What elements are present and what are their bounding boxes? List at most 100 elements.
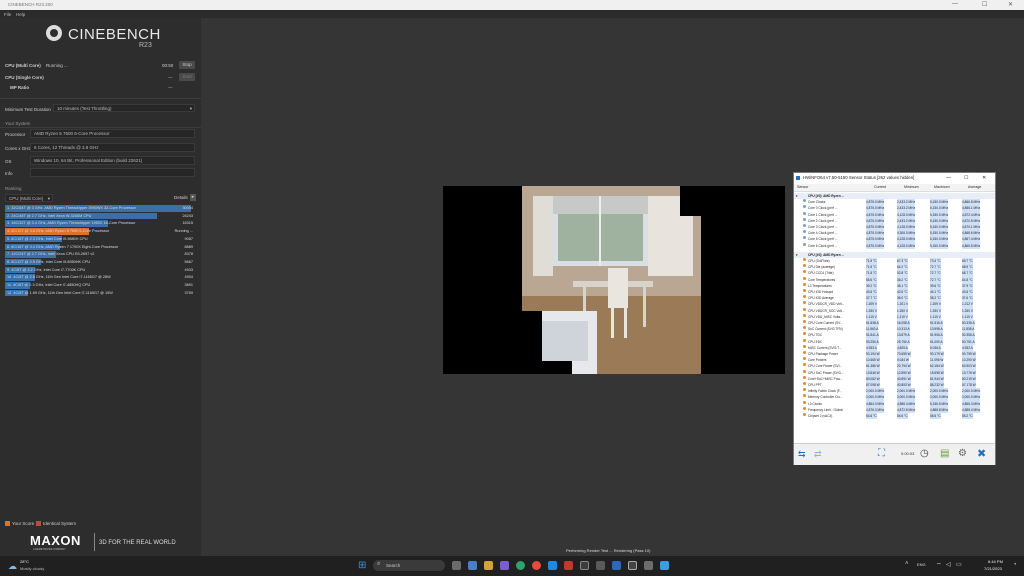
ranking-row[interactable]: 7. 12C/24T @ 2.7 GHz, Intel Xeon CPU E5-…: [5, 251, 195, 258]
col-average[interactable]: Average: [968, 184, 981, 191]
taskbar-search-box[interactable]: ⌕ Search: [373, 560, 445, 571]
ranking-score: 30054: [182, 206, 193, 210]
ranking-row[interactable]: 4. 6C/12T @ 3.8 GHz, AMD Ryzen 5 7600 6-…: [5, 228, 195, 235]
ranking-cpu-name: 2. 24C/48T @ 2.7 GHz, Intel Xeon W-3265M…: [7, 213, 92, 218]
sensor-icon: [803, 357, 806, 361]
ranking-cpu-name: 11. 4C/8T @ 2.3 GHz, Intel Core i7-4850H…: [7, 283, 91, 287]
app-icon[interactable]: [660, 561, 669, 570]
hwinfo-sensor-row[interactable]: Chipset 2 (vAC3) 54.6 °C 54.6 °C 56.5 °C 55.…: [794, 413, 995, 420]
menu-file[interactable]: File: [4, 12, 11, 17]
volume-icon[interactable]: ◁: [946, 561, 951, 568]
details-toggle-button[interactable]: ▸: [190, 194, 196, 201]
close-icon[interactable]: ✖: [977, 447, 986, 460]
sensor-icon: [803, 332, 806, 336]
sensor-icon: [803, 413, 806, 416]
col-maximum[interactable]: Maximum: [934, 184, 950, 191]
language-indicator[interactable]: ENG: [917, 562, 926, 567]
sensor-icon: [803, 289, 806, 292]
ranking-dropdown[interactable]: CPU (Multi Core) ▾: [5, 194, 53, 202]
ranking-row[interactable]: 6. 8C/16T @ 3.4 GHz, AMD Ryzen 7 1700X E…: [5, 243, 195, 250]
ranking-score: 3891: [184, 283, 193, 287]
maximize-button[interactable]: ☐: [982, 1, 987, 8]
arrows-expand-icon[interactable]: ⇄: [814, 449, 822, 460]
stop-button[interactable]: Stop: [179, 61, 195, 69]
teams-icon[interactable]: [500, 561, 509, 570]
search-icon: ⌕: [377, 561, 381, 567]
ranking-row[interactable]: 2. 24C/48T @ 2.7 GHz, Intel Xeon W-3265M…: [5, 212, 195, 220]
edge-icon[interactable]: [516, 561, 525, 570]
mp-ratio-value: ---: [168, 85, 173, 90]
min-duration-select[interactable]: 10 minutes (Test Throttling) ▾: [53, 104, 195, 112]
hwinfo-window: HWiNFO64 v7.50-5150 Sensor Status [262 v…: [793, 172, 996, 465]
widgets-icon[interactable]: [468, 561, 477, 570]
task-view-icon[interactable]: [452, 561, 461, 570]
sensor-icon: [803, 313, 806, 317]
weather-desc: Mostly cloudy: [20, 566, 45, 571]
sensor-icon: [803, 394, 806, 398]
sensor-icon: [803, 344, 806, 348]
file-explorer-icon[interactable]: [484, 561, 493, 570]
clock-icon[interactable]: ◷: [920, 448, 929, 459]
col-sensor[interactable]: Sensor: [797, 184, 808, 191]
ranking-row[interactable]: 10. 4C/8T @ 2.8 GHz, 11th Gen Intel Core…: [5, 274, 195, 281]
info-label: Info: [5, 171, 13, 176]
sensor-icon: [803, 264, 806, 268]
ranking-row[interactable]: 1. 32C/64T @ 3 GHz, AMD Ryzen Threadripp…: [5, 205, 195, 212]
minimize-button[interactable]: —: [952, 1, 958, 7]
details-label: Details: [174, 195, 188, 200]
menu-help[interactable]: Help: [16, 12, 25, 17]
ranking-cpu-name: 4. 6C/12T @ 3.8 GHz, AMD Ryzen 5 7600 6-…: [7, 229, 110, 234]
chevron-up-icon[interactable]: ˄: [905, 561, 909, 567]
clock-time[interactable]: 6:44 PM: [988, 559, 1003, 564]
sensor-icon: [803, 382, 806, 385]
ranking-dropdown-value: CPU (Multi Core): [9, 196, 44, 201]
divider: [0, 127, 201, 128]
report-icon[interactable]: ▤: [940, 448, 949, 459]
col-current[interactable]: Current: [874, 184, 886, 191]
clock-date[interactable]: 7/21/2023: [984, 566, 1002, 571]
app-icon[interactable]: [644, 561, 653, 570]
network-icon[interactable]: ⛶: [878, 448, 885, 459]
hwinfo-sensor-row[interactable]: Core 6 Clock (perf ... 4,875.0 MHz 4,128.0…: [794, 242, 995, 249]
ranking-row[interactable]: 5. 8C/16T @ 2.3 GHz, Intel Core i9-9880H…: [5, 235, 195, 243]
chrome-icon[interactable]: [532, 561, 541, 570]
terminal-icon[interactable]: [580, 561, 589, 570]
info-field[interactable]: [30, 168, 195, 177]
hwinfo-taskbar-icon[interactable]: [612, 561, 621, 570]
ranking-score: 4933: [184, 267, 193, 272]
weather-temp: 28°C: [20, 559, 29, 564]
battery-icon[interactable]: ▭: [956, 561, 962, 568]
sensor-current: 54.6 °C: [866, 413, 877, 420]
start-button[interactable]: Start: [179, 73, 195, 81]
app-icon[interactable]: [564, 561, 573, 570]
ranking-row[interactable]: 3. 16C/32T @ 3.4 GHz, AMD Ryzen Threadri…: [5, 220, 195, 227]
legend-swatch-identical: [36, 521, 41, 526]
ranking-score: Running ...: [174, 229, 193, 234]
weather-icon[interactable]: ☁: [8, 561, 17, 572]
hwinfo-minimize-button[interactable]: —: [946, 173, 951, 183]
cinebench-taskbar-icon[interactable]: [628, 561, 637, 570]
chevron-down-icon: ▾: [47, 196, 50, 201]
ranking-row[interactable]: 9. 4C/8T @ 4.2 GHz, Intel Core i7-7700K …: [5, 266, 195, 274]
settings-app-icon[interactable]: [596, 561, 605, 570]
ranking-score: 8889: [184, 244, 193, 249]
test-multi-timer: 00:50: [162, 63, 174, 68]
close-button[interactable]: ✕: [1008, 1, 1013, 8]
cinebench-logo-icon: [46, 25, 62, 41]
arrows-left-right-icon[interactable]: ⇆: [798, 449, 806, 460]
sensor-icon: [803, 301, 806, 305]
windows-start-icon[interactable]: ⊞: [358, 560, 366, 571]
col-minimum[interactable]: Minimum: [904, 184, 919, 191]
ranking-row[interactable]: 12. 4C/8T @ 1.69 GHz, 11th Gen Intel Cor…: [5, 289, 195, 297]
sensor-icon: [803, 307, 806, 311]
store-icon[interactable]: [548, 561, 557, 570]
wifi-icon[interactable]: ⌔: [936, 561, 942, 569]
ranking-row[interactable]: 11. 4C/8T @ 2.3 GHz, Intel Core i7-4850H…: [5, 282, 195, 289]
hwinfo-maximize-button[interactable]: ☐: [964, 173, 968, 183]
settings-icon[interactable]: ⚙: [958, 448, 967, 459]
sensor-avg: 4,865.5 MHz: [962, 242, 981, 249]
hwinfo-close-button[interactable]: ✕: [982, 173, 986, 183]
sensor-icon: [803, 270, 806, 274]
notification-icon[interactable]: ◔: [1013, 562, 1017, 568]
ranking-row[interactable]: 8. 6C/12T @ 2.9 GHz, Intel Core i9-8950H…: [5, 258, 195, 266]
